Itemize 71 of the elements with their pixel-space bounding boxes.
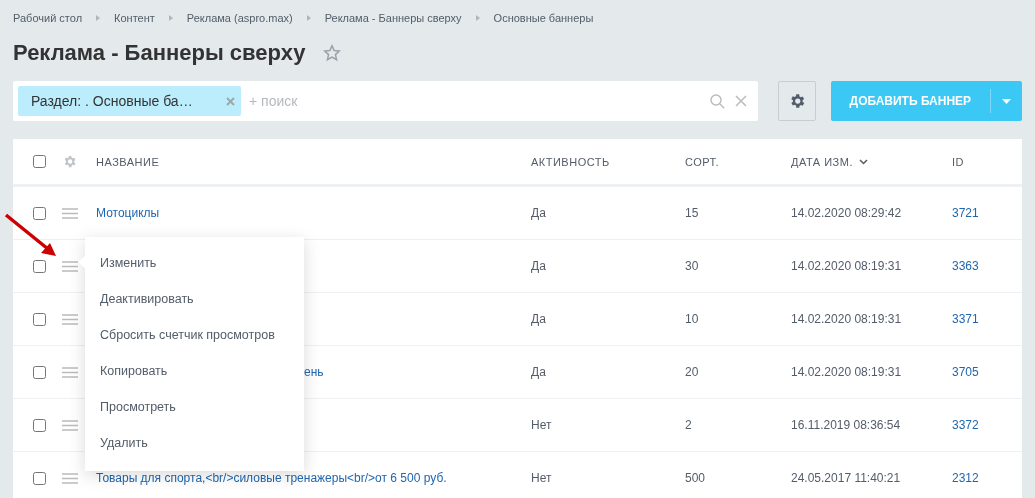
id-link[interactable]: 3371 bbox=[952, 312, 1022, 326]
id-link[interactable]: 3372 bbox=[952, 418, 1022, 432]
close-icon[interactable] bbox=[226, 96, 235, 106]
column-header[interactable]: ДАТА ИЗМ. bbox=[791, 155, 952, 168]
column-header[interactable]: ID bbox=[952, 155, 1022, 168]
id-link[interactable]: 3363 bbox=[952, 259, 1022, 273]
table-cell-text: Да bbox=[531, 312, 547, 326]
menu-icon[interactable] bbox=[62, 313, 78, 325]
menu-item[interactable]: Сбросить счетчик просмотров bbox=[85, 317, 304, 353]
breadcrumb-link[interactable]: Реклама - Баннеры сверху bbox=[324, 12, 462, 24]
row-checkbox[interactable] bbox=[33, 312, 46, 326]
menu-icon[interactable] bbox=[62, 472, 78, 484]
table-cell-text: 10 bbox=[685, 312, 700, 326]
table-cell-text: 14.02.2020 08:29:42 bbox=[791, 206, 903, 220]
chevron-icon bbox=[96, 15, 101, 21]
banner-name-link[interactable]: Товары для спорта,<br/>силовые тренажеры<br/>от 6 500 руб. bbox=[96, 471, 447, 485]
id-link[interactable]: 3721 bbox=[952, 206, 1022, 220]
breadcrumb-link[interactable]: Реклама (aspro.max) bbox=[186, 12, 293, 24]
close-icon[interactable] bbox=[735, 95, 747, 107]
row-checkbox[interactable] bbox=[33, 206, 46, 220]
row-checkbox[interactable] bbox=[33, 365, 46, 379]
table-cell-text: 16.11.2019 08:36:54 bbox=[791, 418, 902, 432]
table-cell-text: 20 bbox=[685, 365, 700, 379]
caret-icon[interactable] bbox=[1002, 98, 1011, 104]
page-title: Реклама - Баннеры сверху bbox=[13, 40, 306, 66]
table-cell-text: Да bbox=[531, 206, 547, 220]
column-header[interactable]: СОРТ. bbox=[685, 155, 791, 168]
table-cell-text: 14.02.2020 08:19:31 bbox=[791, 365, 903, 379]
filter-search-field[interactable]: Раздел: . Основные ба… + поиск bbox=[13, 81, 758, 121]
search-icon[interactable] bbox=[710, 93, 725, 109]
settings-button[interactable] bbox=[778, 81, 816, 121]
table-cell-text: Нет bbox=[531, 471, 553, 485]
star-icon[interactable] bbox=[323, 44, 342, 62]
id-link[interactable]: 3705 bbox=[952, 365, 1022, 379]
filter-tag-label: Раздел: . Основные ба… bbox=[31, 93, 193, 109]
table-cell-text: 500 bbox=[685, 471, 707, 485]
row-checkbox[interactable] bbox=[33, 418, 46, 432]
menu-icon[interactable] bbox=[62, 366, 78, 378]
column-header[interactable]: АКТИВНОСТЬ bbox=[531, 155, 685, 168]
chevron-down-icon[interactable] bbox=[858, 158, 868, 165]
menu-item[interactable]: Просмотреть bbox=[85, 389, 304, 425]
select-all-checkbox[interactable] bbox=[33, 155, 46, 168]
table-cell-text: 2 bbox=[685, 418, 693, 432]
chevron-icon bbox=[306, 15, 311, 21]
banner-name-link[interactable]: ень bbox=[304, 365, 324, 379]
table-cell-text: Нет bbox=[531, 418, 553, 432]
chevron-icon bbox=[475, 15, 480, 21]
id-link[interactable]: 2312 bbox=[952, 471, 1022, 485]
menu-item[interactable]: Деактивировать bbox=[85, 281, 304, 317]
menu-item[interactable]: Копировать bbox=[85, 353, 304, 389]
table-cell-text: 15 bbox=[685, 206, 700, 220]
breadcrumb-link[interactable]: Основные баннеры bbox=[493, 12, 594, 24]
row-checkbox[interactable] bbox=[33, 259, 46, 273]
menu-icon[interactable] bbox=[62, 419, 78, 431]
table-cell-text: 24.05.2017 11:40:21 bbox=[791, 471, 902, 485]
menu-item[interactable]: Изменить bbox=[85, 245, 304, 281]
filter-tag[interactable]: Раздел: . Основные ба… bbox=[18, 86, 241, 116]
breadcrumb-link[interactable]: Рабочий стол bbox=[13, 12, 83, 24]
menu-item[interactable]: Удалить bbox=[85, 425, 304, 461]
row-checkbox[interactable] bbox=[33, 471, 46, 485]
table-cell-text: 14.02.2020 08:19:31 bbox=[791, 259, 903, 273]
table-cell-text: Да bbox=[531, 365, 547, 379]
column-header[interactable]: НАЗВАНИЕ bbox=[96, 155, 531, 168]
chevron-icon bbox=[168, 15, 173, 21]
table-cell-text: Да bbox=[531, 259, 547, 273]
menu-icon[interactable] bbox=[62, 260, 78, 272]
menu-icon[interactable] bbox=[62, 207, 78, 219]
table-cell-text: 30 bbox=[685, 259, 700, 273]
banner-name-link[interactable]: Мотоциклы bbox=[96, 206, 160, 220]
breadcrumb-link[interactable]: Контент bbox=[114, 12, 155, 24]
table-cell-text: 14.02.2020 08:19:31 bbox=[791, 312, 903, 326]
